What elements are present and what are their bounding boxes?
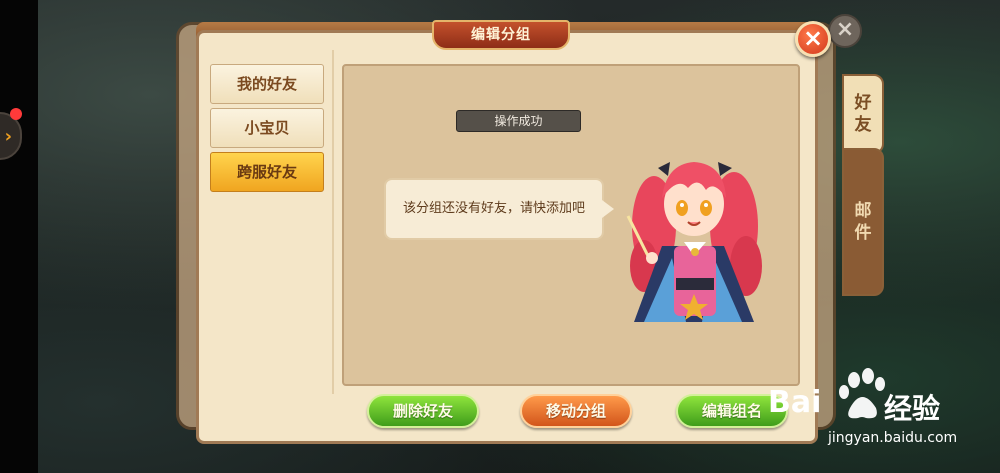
panel-divider [332, 50, 334, 394]
close-icon[interactable]: × [795, 21, 831, 57]
bubble-tail [602, 200, 614, 218]
watermark-url: jingyan.baidu.com [828, 430, 958, 446]
background-close-icon[interactable]: × [828, 14, 862, 48]
delete-friend-button[interactable]: 删除好友 [367, 394, 479, 428]
dialog-title: 编辑分组 [432, 20, 570, 50]
move-group-button[interactable]: 移动分组 [520, 394, 632, 428]
group-item-little-baby[interactable]: 小宝贝 [210, 108, 324, 148]
group-item-my-friends[interactable]: 我的好友 [210, 64, 324, 104]
success-toast: 操作成功 [456, 110, 581, 132]
mascot-character-illustration [626, 162, 762, 322]
screen-left-edge [0, 0, 38, 473]
notification-dot [10, 108, 22, 120]
watermark-brand: Bai [768, 385, 822, 420]
tab-friends[interactable]: 好友 [842, 74, 884, 154]
chevron-right-icon: › [4, 126, 12, 147]
tab-friends-label: 好友 [854, 93, 872, 135]
watermark-brand-cn: 经验 [884, 392, 941, 425]
tab-mail[interactable]: 邮件 [842, 148, 884, 296]
empty-message-bubble: 该分组还没有好友，请快添加吧 [384, 178, 604, 240]
tab-mail-label: 邮件 [854, 201, 872, 243]
group-item-cross-server-friends[interactable]: 跨服好友 [210, 152, 324, 192]
